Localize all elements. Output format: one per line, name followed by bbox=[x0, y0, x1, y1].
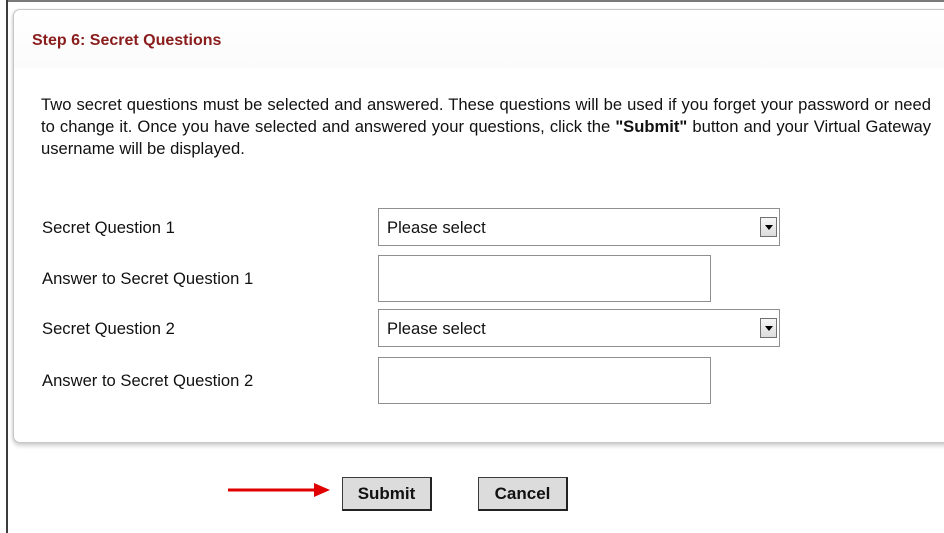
secret-question-1-label: Secret Question 1 bbox=[42, 218, 175, 237]
step-title: Step 6: Secret Questions bbox=[32, 32, 222, 49]
secret-question-1-selected: Please select bbox=[387, 218, 486, 237]
answer-1-label: Answer to Secret Question 1 bbox=[42, 269, 254, 288]
cancel-button[interactable]: Cancel bbox=[478, 477, 568, 511]
intro-paragraph: Two secret questions must be selected an… bbox=[41, 94, 931, 160]
secret-questions-panel: Step 6: Secret Questions Two secret ques… bbox=[13, 9, 944, 443]
submit-button[interactable]: Submit bbox=[342, 477, 432, 511]
secret-question-2-selected: Please select bbox=[387, 319, 486, 338]
answer-2-input[interactable] bbox=[378, 357, 711, 404]
secret-question-2-label: Secret Question 2 bbox=[42, 319, 175, 338]
dropdown-triangle bbox=[765, 326, 773, 331]
secret-question-2-select[interactable]: Please select bbox=[378, 309, 780, 347]
chevron-down-icon[interactable] bbox=[760, 217, 777, 237]
intro-submit-emphasis: "Submit" bbox=[615, 117, 688, 136]
answer-1-input[interactable] bbox=[378, 255, 711, 302]
secret-question-1-select[interactable]: Please select bbox=[378, 208, 780, 246]
window-top-border bbox=[6, 0, 944, 2]
dropdown-triangle bbox=[765, 225, 773, 230]
answer-2-label: Answer to Secret Question 2 bbox=[42, 371, 254, 390]
red-arrow-icon bbox=[228, 483, 330, 497]
page-frame: Step 6: Secret Questions Two secret ques… bbox=[0, 0, 944, 533]
window-left-border bbox=[6, 0, 8, 533]
chevron-down-icon[interactable] bbox=[760, 318, 777, 338]
